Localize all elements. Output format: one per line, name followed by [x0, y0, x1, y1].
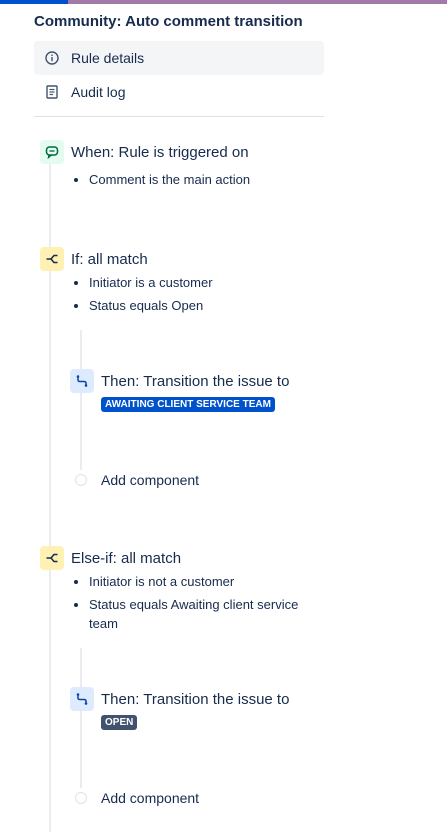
top-progress-bar [0, 0, 447, 4]
add-component-button[interactable]: Add component [101, 790, 199, 806]
comment-trigger-icon [40, 140, 64, 164]
elseif-condition: Status equals Awaiting client service te… [74, 595, 319, 633]
page-title: Community: Auto comment transition [34, 13, 303, 30]
status-lozenge: AWAITING CLIENT SERVICE TEAM [101, 397, 275, 412]
if-branch-rail [80, 330, 82, 470]
trigger-detail: Comment is the main action [73, 172, 251, 187]
transition-icon [70, 687, 94, 711]
status-lozenge: OPEN [101, 715, 138, 730]
document-icon [43, 83, 61, 101]
elseif-title[interactable]: Else-if: all match [71, 550, 181, 567]
if-condition: Initiator is a customer [74, 275, 213, 290]
add-component-button[interactable]: Add component [101, 472, 199, 488]
add-component-dot [75, 792, 87, 804]
top-progress-accent [0, 0, 68, 4]
if-condition: Status equals Open [73, 298, 204, 313]
transition-icon [70, 369, 94, 393]
elseif-branch-rail [80, 648, 82, 788]
add-component-dot [75, 474, 87, 486]
nav-item-audit-log[interactable]: Audit log [34, 75, 324, 109]
nav-item-label: Audit log [71, 84, 126, 100]
trigger-title[interactable]: When: Rule is triggered on [71, 144, 249, 161]
if-action-title[interactable]: Then: Transition the issue to [101, 373, 289, 390]
branch-condition-icon [40, 546, 64, 570]
elseif-condition: Initiator is not a customer [73, 574, 235, 589]
nav-divider [34, 116, 324, 117]
info-icon [43, 49, 61, 67]
branch-condition-icon [40, 247, 64, 271]
nav-item-rule-details[interactable]: Rule details [34, 41, 324, 75]
nav-item-label: Rule details [71, 50, 145, 66]
elseif-action-title[interactable]: Then: Transition the issue to [101, 691, 289, 708]
if-title[interactable]: If: all match [71, 251, 148, 268]
